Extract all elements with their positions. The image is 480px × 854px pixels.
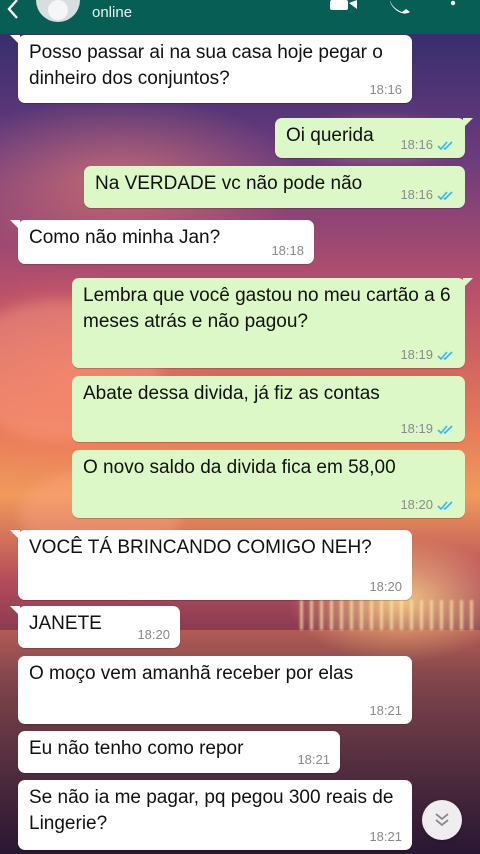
message-time: 18:20: [400, 497, 433, 512]
message-outgoing[interactable]: O novo saldo da divida fica em 58,00 18:…: [72, 450, 465, 518]
message-outgoing[interactable]: Oi querida 18:16: [275, 118, 473, 158]
message-outgoing[interactable]: Lembra que você gastou no meu cartão a 6…: [72, 278, 473, 368]
read-ticks-icon: [437, 190, 453, 200]
message-time: 18:16: [369, 82, 402, 97]
message-meta: 18:20: [400, 498, 455, 512]
video-call-icon[interactable]: [330, 0, 358, 14]
back-arrow-icon[interactable]: [4, 0, 22, 20]
message-meta: 18:16: [400, 138, 455, 152]
contact-status: online: [92, 4, 133, 21]
read-ticks-icon: [437, 140, 453, 150]
message-time: 18:20: [369, 579, 402, 594]
message-text: Se não ia me pagar, pq pegou 300 reais d…: [29, 787, 394, 834]
message-incoming[interactable]: Se não ia me pagar, pq pegou 300 reais d…: [18, 780, 412, 850]
chat-header: online: [0, 0, 480, 34]
message-text: Abate dessa divida, já fiz as contas: [83, 383, 380, 404]
message-time: 18:19: [400, 347, 433, 362]
message-time: 18:21: [369, 703, 402, 718]
message-outgoing[interactable]: Na VERDADE vc não pode não 18:16: [84, 166, 465, 208]
message-incoming[interactable]: Como não minha Jan? 18:18: [10, 220, 314, 264]
avatar[interactable]: [36, 0, 80, 22]
message-text: Lembra que você gastou no meu cartão a 6…: [83, 285, 451, 332]
double-chevron-down-icon: [435, 813, 449, 827]
read-ticks-icon: [437, 424, 453, 434]
read-ticks-icon: [437, 500, 453, 510]
message-time: 18:20: [137, 627, 170, 642]
message-incoming[interactable]: Posso passar ai na sua casa hoje pegar o…: [10, 35, 412, 103]
message-incoming[interactable]: O moço vem amanhã receber por elas 18:21: [18, 656, 412, 724]
message-time: 18:21: [369, 829, 402, 844]
message-meta: 18:19: [400, 348, 455, 362]
message-text: Posso passar ai na sua casa hoje pegar o…: [29, 42, 383, 89]
message-time: 18:21: [297, 752, 330, 767]
message-meta: 18:16: [400, 188, 455, 202]
read-ticks-icon: [437, 350, 453, 360]
message-meta: 18:19: [400, 422, 455, 436]
message-outgoing[interactable]: Abate dessa divida, já fiz as contas 18:…: [72, 376, 465, 442]
message-text: Eu não tenho como repor: [29, 738, 244, 759]
message-text: Como não minha Jan?: [29, 227, 221, 248]
message-text: O moço vem amanhã receber por elas: [29, 663, 354, 684]
message-text: VOCÊ TÁ BRINCANDO COMIGO NEH?: [29, 537, 372, 558]
message-incoming[interactable]: VOCÊ TÁ BRINCANDO COMIGO NEH? 18:20: [10, 530, 412, 600]
message-time: 18:16: [400, 187, 433, 202]
message-time: 18:19: [400, 421, 433, 436]
voice-call-icon[interactable]: [388, 0, 412, 14]
message-incoming[interactable]: Eu não tenho como repor 18:21: [18, 731, 340, 773]
scroll-to-bottom-button[interactable]: [422, 800, 462, 840]
message-time: 18:16: [400, 137, 433, 152]
more-options-icon[interactable]: [448, 0, 458, 14]
message-text: O novo saldo da divida fica em 58,00: [83, 457, 396, 478]
message-time: 18:18: [271, 243, 304, 258]
message-incoming[interactable]: JANETE 18:20: [10, 606, 180, 648]
